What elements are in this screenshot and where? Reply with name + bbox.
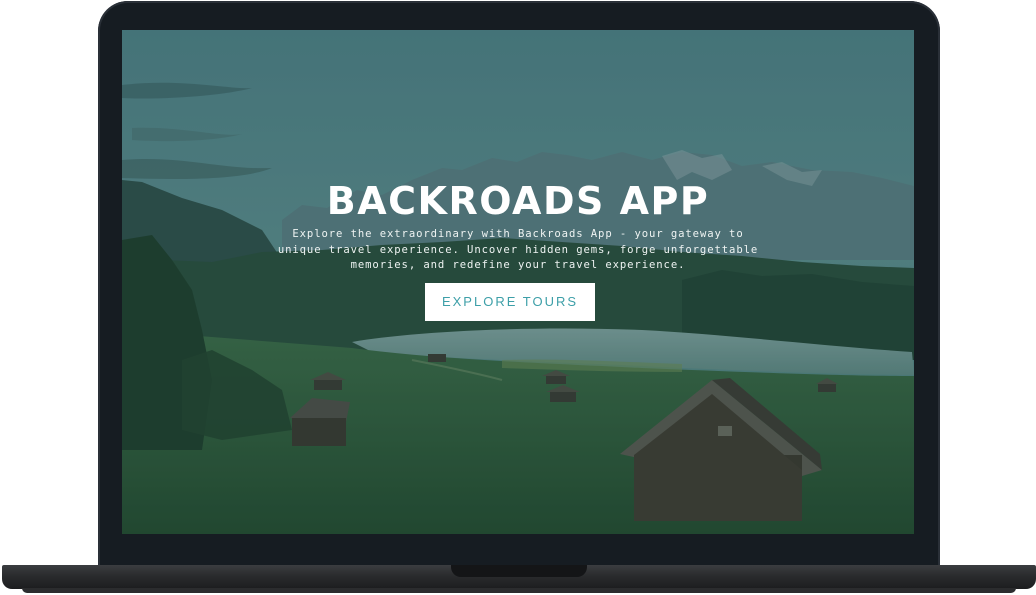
laptop-screen: BACKROADS APP Explore the extraordinary … — [122, 30, 914, 534]
explore-tours-button[interactable]: EXPLORE TOURS — [425, 283, 595, 321]
laptop-mockup: BACKROADS APP Explore the extraordinary … — [0, 0, 1036, 595]
hero-section: BACKROADS APP Explore the extraordinary … — [122, 30, 914, 534]
laptop-open-notch — [451, 565, 587, 577]
hero-description: Explore the extraordinary with Backroads… — [277, 228, 759, 271]
laptop-base-shadow — [22, 588, 1016, 593]
hero-title: BACKROADS APP — [326, 179, 710, 223]
